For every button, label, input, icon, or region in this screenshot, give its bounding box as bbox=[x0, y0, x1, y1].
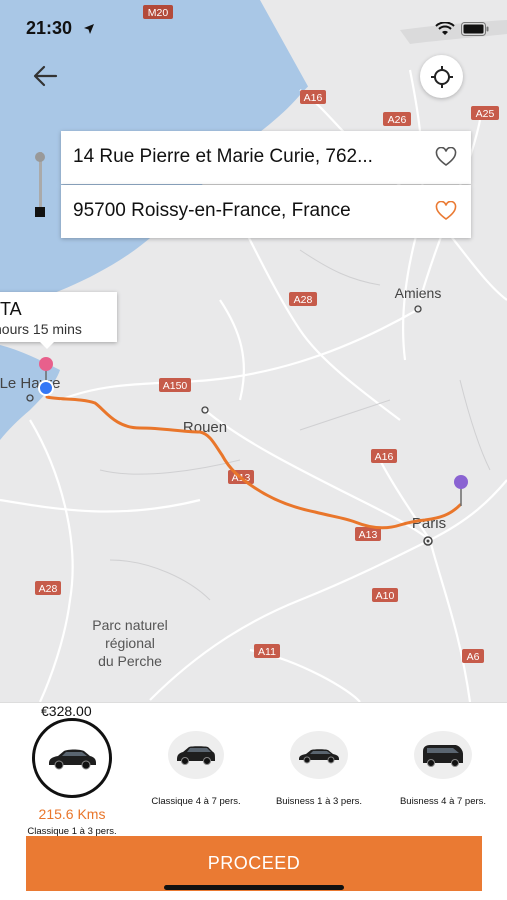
map[interactable]: M20 A16 A26 A25 A28 A150 A16 A13 A13 A28… bbox=[0, 0, 507, 702]
region-label-line: Parc naturel bbox=[92, 617, 167, 633]
vehicle-option-business-1-3[interactable]: Buisness 1 à 3 pers. bbox=[259, 731, 379, 807]
fare-price: €328.00 bbox=[41, 703, 92, 719]
vehicle-option-label: Buisness 4 à 7 pers. bbox=[399, 796, 487, 807]
favorite-heart-icon[interactable] bbox=[435, 201, 457, 221]
road-badge: A25 bbox=[471, 106, 499, 120]
svg-text:A10: A10 bbox=[376, 590, 395, 602]
eta-title: TA bbox=[0, 299, 22, 319]
pickup-address-field[interactable]: 14 Rue Pierre et Marie Curie, 762... bbox=[61, 131, 471, 184]
vehicle-option-label: Buisness 1 à 3 pers. bbox=[275, 796, 363, 807]
svg-text:A28: A28 bbox=[294, 294, 313, 306]
road-badge: A11 bbox=[254, 644, 280, 658]
locate-me-button[interactable] bbox=[420, 55, 463, 98]
wifi-icon bbox=[435, 22, 455, 35]
svg-text:A13: A13 bbox=[359, 529, 378, 541]
svg-text:A16: A16 bbox=[304, 92, 323, 104]
destination-address-text: 95700 Roissy-en-France, France bbox=[73, 200, 351, 221]
pickup-address-text: 14 Rue Pierre et Marie Curie, 762... bbox=[73, 146, 373, 167]
proceed-button[interactable]: PROCEED bbox=[26, 836, 482, 891]
sedan-car-icon bbox=[49, 749, 96, 770]
road-badge: A10 bbox=[372, 588, 398, 602]
svg-text:A11: A11 bbox=[258, 646, 276, 658]
location-arrow-icon bbox=[84, 24, 94, 34]
battery-icon bbox=[461, 22, 489, 36]
road-badge: A150 bbox=[159, 378, 191, 392]
vehicle-option-classique-4-7[interactable]: Classique 4 à 7 pers. bbox=[136, 731, 256, 807]
road-badge: A28 bbox=[289, 292, 317, 306]
favorite-heart-icon[interactable] bbox=[435, 147, 457, 167]
svg-text:A6: A6 bbox=[467, 651, 480, 663]
svg-text:A28: A28 bbox=[39, 583, 58, 595]
business-sedan-icon bbox=[299, 749, 339, 764]
business-van-icon bbox=[423, 745, 463, 767]
svg-text:A26: A26 bbox=[388, 114, 407, 126]
back-arrow-icon[interactable] bbox=[30, 62, 62, 90]
region-label-line: du Perche bbox=[98, 653, 162, 669]
road-badge: A28 bbox=[35, 581, 61, 595]
status-time: 21:30 bbox=[26, 18, 73, 38]
vehicle-option-label: Classique 4 à 7 pers. bbox=[151, 796, 241, 807]
svg-text:A16: A16 bbox=[375, 451, 394, 463]
current-location-icon bbox=[38, 380, 54, 396]
status-bar: 21:30 bbox=[0, 0, 507, 56]
eta-duration: hours 15 mins bbox=[0, 321, 82, 337]
vehicle-option-business-4-7[interactable]: Buisness 4 à 7 pers. bbox=[383, 731, 503, 807]
road-badge: A13 bbox=[355, 527, 381, 541]
vehicle-option-classique-1-3[interactable]: 215.6 Kms Classique 1 à 3 pers. bbox=[12, 718, 132, 837]
crosshair-icon bbox=[430, 65, 453, 88]
road-badge: A26 bbox=[383, 112, 411, 126]
svg-text:A150: A150 bbox=[163, 380, 188, 392]
eta-bubble: TA hours 15 mins bbox=[0, 292, 117, 342]
road-badge: A6 bbox=[462, 649, 484, 663]
road-badge: A16 bbox=[371, 449, 397, 463]
svg-text:A25: A25 bbox=[476, 108, 495, 120]
destination-square-icon bbox=[35, 207, 45, 217]
origin-dot-icon bbox=[35, 152, 45, 162]
home-indicator bbox=[164, 885, 344, 890]
destination-address-field[interactable]: 95700 Roissy-en-France, France bbox=[61, 185, 471, 238]
eta-bubble-tail bbox=[40, 342, 54, 349]
road-badge: A16 bbox=[300, 90, 326, 104]
city-label-amiens: Amiens bbox=[395, 285, 442, 301]
region-label-line: régional bbox=[105, 635, 155, 651]
minivan-icon bbox=[177, 746, 215, 765]
trip-distance: 215.6 Kms bbox=[38, 806, 106, 822]
